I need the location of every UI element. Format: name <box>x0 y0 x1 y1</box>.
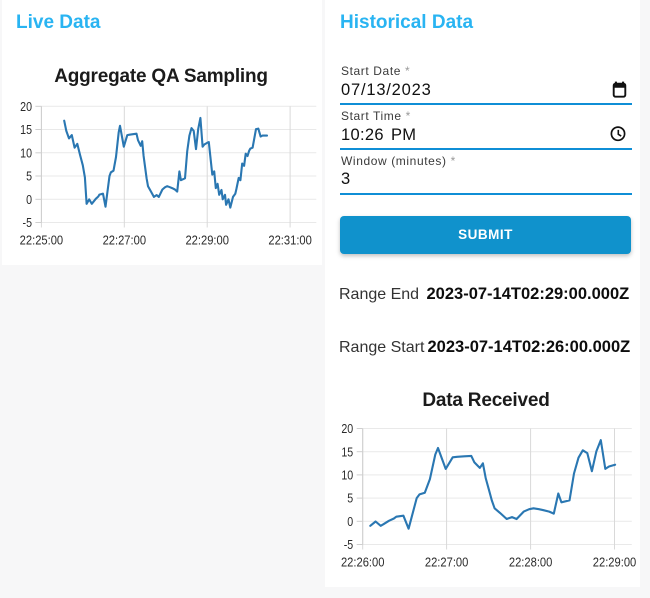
svg-text:0: 0 <box>26 192 32 207</box>
svg-text:5: 5 <box>26 169 32 184</box>
svg-text:22:29:00: 22:29:00 <box>185 233 229 248</box>
svg-text:22:27:00: 22:27:00 <box>103 233 147 248</box>
svg-text:15: 15 <box>20 122 32 137</box>
svg-text:22:31:00: 22:31:00 <box>268 233 312 248</box>
svg-text:22:27:00: 22:27:00 <box>425 555 469 570</box>
svg-text:-5: -5 <box>23 215 33 230</box>
svg-text:-5: -5 <box>344 537 354 552</box>
svg-text:22:29:00: 22:29:00 <box>593 555 637 570</box>
svg-text:15: 15 <box>341 444 353 459</box>
svg-text:10: 10 <box>341 467 353 482</box>
svg-text:5: 5 <box>347 491 353 506</box>
svg-text:20: 20 <box>341 421 353 436</box>
svg-text:0: 0 <box>347 514 353 529</box>
svg-text:22:28:00: 22:28:00 <box>509 555 553 570</box>
svg-text:22:25:00: 22:25:00 <box>20 233 64 248</box>
svg-text:22:26:00: 22:26:00 <box>341 555 385 570</box>
svg-text:20: 20 <box>20 99 32 114</box>
svg-text:10: 10 <box>20 145 32 160</box>
